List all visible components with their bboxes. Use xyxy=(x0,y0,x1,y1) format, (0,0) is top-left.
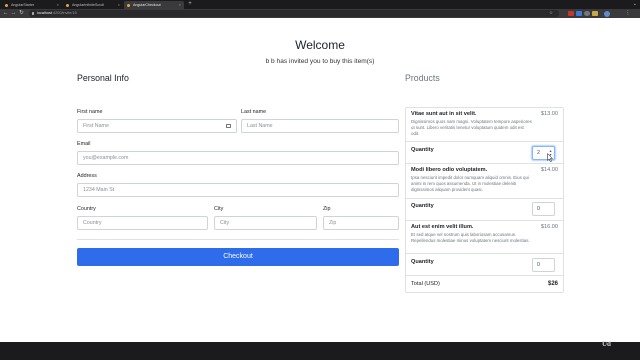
reload-icon[interactable]: ↻ xyxy=(18,9,25,18)
autofill-contact-icon[interactable] xyxy=(226,124,231,128)
angular-favicon-icon xyxy=(5,3,8,7)
address-bar[interactable]: localhost:4200/invite/15 xyxy=(29,10,559,17)
new-tab-icon[interactable]: + xyxy=(186,0,194,9)
info-icon[interactable] xyxy=(32,11,35,15)
products-heading: Products xyxy=(405,73,440,83)
personal-info-heading: Personal Info xyxy=(77,73,129,83)
email-label: Email xyxy=(77,141,91,147)
tab-label: AngularCheckout xyxy=(133,3,161,7)
city-input[interactable] xyxy=(214,216,317,230)
extension-icon[interactable] xyxy=(592,10,598,17)
close-icon[interactable]: × xyxy=(57,1,59,9)
first-name-input[interactable] xyxy=(77,119,237,133)
zip-label: Zip xyxy=(323,206,331,212)
url-host: localhost xyxy=(37,11,52,16)
extension-icon[interactable] xyxy=(568,10,574,17)
quantity-label: Quantity xyxy=(411,203,434,209)
address-label: Address xyxy=(77,173,97,179)
product-separator xyxy=(405,198,564,199)
zip-input[interactable] xyxy=(323,216,399,230)
quantity-value: 0 xyxy=(537,206,540,212)
quantity-value: 2 xyxy=(537,150,540,156)
quantity-label: Quantity xyxy=(411,147,434,153)
email-input[interactable] xyxy=(77,151,399,165)
first-name-label: First name xyxy=(77,109,103,115)
quantity-input[interactable]: 0 xyxy=(532,202,555,216)
url-path: :4200/invite/15 xyxy=(52,11,77,16)
mouse-cursor-icon xyxy=(547,153,553,162)
product-description: Dignissimos quos nam magni. Voluptatem t… xyxy=(411,119,532,136)
product-description: Ipsa nesciunt impedit dolor numquam aliq… xyxy=(411,175,529,192)
extension-icon[interactable] xyxy=(584,10,590,17)
quantity-input[interactable]: 0 xyxy=(532,258,555,272)
product-name: Modi libero odio voluptatem. xyxy=(411,167,488,173)
product-name: Aut est enim velit illum. xyxy=(411,224,474,230)
forward-icon[interactable]: → xyxy=(10,9,17,18)
extension-icon[interactable] xyxy=(576,10,582,17)
form-divider xyxy=(77,239,399,240)
quantity-label: Quantity xyxy=(411,259,434,265)
browser-tab-active[interactable]: AngularCheckout × xyxy=(124,1,184,9)
product-separator xyxy=(405,163,564,164)
profile-avatar[interactable] xyxy=(604,10,610,17)
browser-toolbar: ← → ↻ localhost:4200/invite/15 ☆ ⋮ xyxy=(0,9,640,18)
tab-label: AngularStarter xyxy=(11,3,35,7)
total-value: $26 xyxy=(547,281,558,287)
product-separator xyxy=(405,275,564,276)
last-name-label: Last name xyxy=(241,109,267,115)
product-separator xyxy=(405,253,564,254)
tab-label: AngularInfiniteScroll xyxy=(72,3,104,7)
product-price: $14.00 xyxy=(540,167,558,173)
browser-tab[interactable]: AngularStarter × xyxy=(2,1,62,9)
url-text: localhost:4200/invite/15 xyxy=(37,10,77,16)
product-price: $13.00 xyxy=(540,111,558,117)
back-icon[interactable]: ← xyxy=(2,9,9,18)
product-description: Et sed atque vel nostrum quis laboriosam… xyxy=(411,232,530,243)
close-icon[interactable]: × xyxy=(118,1,120,9)
total-label: Total (USD) xyxy=(411,281,440,287)
bookmark-star-icon[interactable]: ☆ xyxy=(548,10,554,16)
angular-favicon-icon xyxy=(66,3,69,7)
product-price: $16.00 xyxy=(540,224,558,230)
close-icon[interactable]: × xyxy=(179,1,181,9)
udemy-watermark-logo: Ud xyxy=(602,340,611,348)
checkout-button[interactable]: Checkout xyxy=(77,248,399,266)
country-label: Country xyxy=(77,206,96,212)
product-name: Vitae sunt aut in sit velit. xyxy=(411,111,477,117)
page-title: Welcome xyxy=(295,38,345,52)
product-separator xyxy=(405,141,564,142)
angular-favicon-icon xyxy=(127,3,130,7)
quantity-value: 0 xyxy=(537,262,540,268)
last-name-input[interactable] xyxy=(241,119,399,133)
country-input[interactable] xyxy=(77,216,208,230)
invite-message: b b has invited you to buy this item(s) xyxy=(265,58,375,65)
browser-tab-bar: AngularStarter × AngularInfiniteScroll ×… xyxy=(0,0,640,9)
product-separator xyxy=(405,220,564,221)
city-label: City xyxy=(214,206,224,212)
tab-search-icon[interactable]: ⌄ xyxy=(633,0,637,9)
more-menu-icon[interactable]: ⋮ xyxy=(625,10,631,16)
address-input[interactable] xyxy=(77,183,399,197)
browser-tab[interactable]: AngularInfiniteScroll × xyxy=(63,1,123,9)
